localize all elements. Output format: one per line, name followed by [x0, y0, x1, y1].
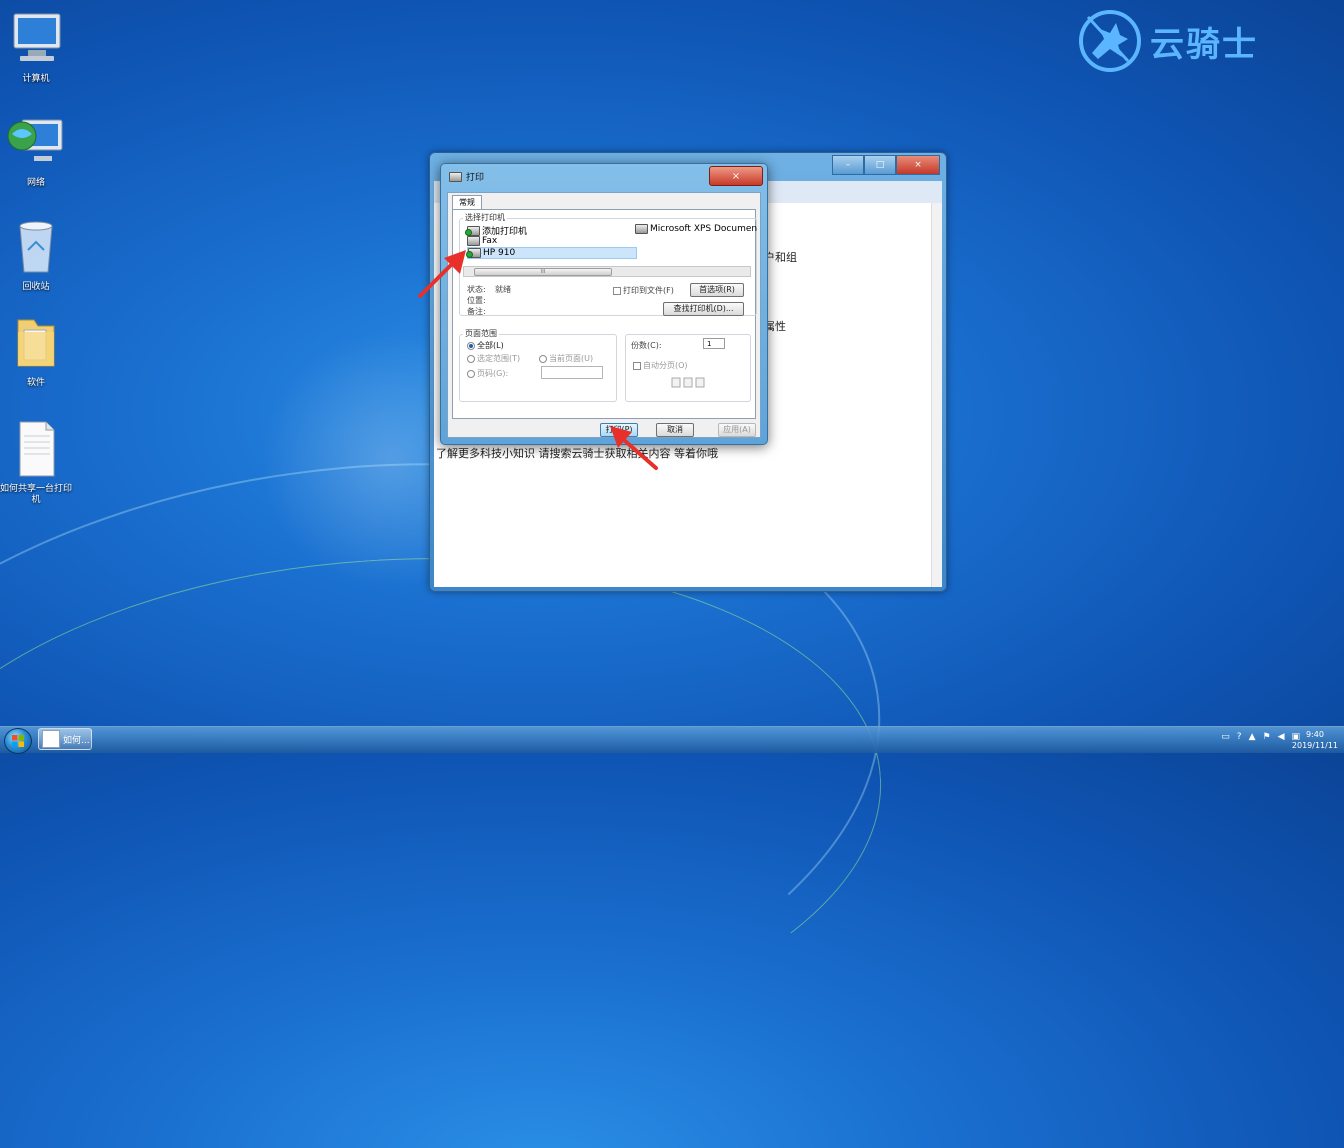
start-button[interactable] — [4, 728, 32, 754]
print-dialog[interactable]: 打印 × 常规 选择打印机 添加打印机 Microsoft XPS Docume… — [440, 163, 768, 445]
system-tray: ▭ ? ▲ ⚑ ◀ ▣ — [1221, 732, 1300, 742]
close-button[interactable]: × — [896, 155, 940, 175]
printer-item-fax[interactable]: Fax — [467, 236, 497, 246]
taskbar: 如何... ▭ ? ▲ ⚑ ◀ ▣ 9:40 2019/11/11 — [0, 726, 1344, 754]
printer-list-scrollbar[interactable]: III — [463, 266, 751, 277]
desktop-icon-label: 软件 — [26, 378, 45, 388]
page-range-label: 页面范围 — [463, 328, 499, 339]
radio-dot — [467, 341, 475, 350]
print-dialog-title: 打印 — [449, 170, 484, 183]
window-controls: – □ × — [832, 155, 940, 175]
taskbar-document-label: 如何... — [63, 735, 90, 746]
desktop-icon-recycle-bin[interactable]: 回收站 — [0, 216, 72, 293]
clock[interactable]: 9:40 2019/11/11 — [1292, 729, 1338, 751]
windows-flag-icon — [12, 735, 24, 747]
document-fragment: 户和组 — [764, 251, 797, 264]
recycle-bin-icon — [19, 221, 53, 273]
copies-value: 1 — [707, 340, 712, 348]
range-current-label: 当前页面(U) — [549, 354, 594, 363]
computer-icon — [13, 13, 61, 61]
knight-logo-icon — [1079, 10, 1141, 72]
page-numbers-input[interactable] — [541, 366, 603, 379]
radio-dot — [467, 369, 475, 378]
location-label: 位置: — [467, 296, 486, 305]
network-icon — [7, 119, 63, 161]
general-tab-panel: 选择打印机 添加打印机 Microsoft XPS Documen Fax HP… — [452, 209, 757, 419]
copies-label: 份数(C): — [631, 341, 662, 350]
logo-text: 云骑士 — [1150, 24, 1258, 65]
maximize-button[interactable]: □ — [864, 155, 896, 175]
tab-general[interactable]: 常规 — [452, 195, 482, 210]
desktop-icon-label: 计算机 — [22, 74, 50, 84]
checkbox-box — [633, 361, 641, 370]
clock-time: 9:40 — [1305, 730, 1324, 739]
wallpaper-swoosh-green — [0, 525, 899, 1097]
desktop-icon-label: 网络 — [26, 178, 45, 188]
status-label: 状态: — [467, 285, 486, 294]
printer-item-xps[interactable]: Microsoft XPS Documen — [635, 224, 757, 234]
print-to-file-label: 打印到文件(F) — [623, 286, 674, 295]
document-icon — [42, 730, 60, 748]
range-current-radio[interactable]: 当前页面(U) — [539, 353, 593, 364]
watermark-logo: 云骑士 — [1078, 6, 1258, 76]
print-dialog-close-button[interactable]: × — [709, 166, 763, 186]
range-pages-label: 页码(G): — [477, 369, 509, 378]
desktop-icon-document[interactable]: 如何共享一台打印机 — [0, 418, 72, 506]
range-pages-radio[interactable]: 页码(G): — [467, 368, 508, 379]
collate-label: 自动分页(O) — [643, 361, 688, 370]
default-printer-icon — [466, 248, 481, 258]
document-scrollbar[interactable] — [931, 203, 942, 587]
clock-date: 2019/11/11 — [1291, 741, 1338, 750]
keyboard-icon[interactable]: ▭ — [1221, 732, 1230, 742]
preferences-button[interactable]: 首选项(R) — [690, 283, 744, 297]
print-dialog-title-text: 打印 — [466, 173, 485, 183]
print-dialog-body: 常规 选择打印机 添加打印机 Microsoft XPS Documen Fax… — [447, 192, 761, 438]
printer-name: HP 910 — [483, 248, 516, 258]
find-printer-button[interactable]: 查找打印机(D)... — [663, 302, 744, 316]
desktop-icon-network[interactable]: 网络 — [0, 112, 72, 189]
minimize-button[interactable]: – — [832, 155, 864, 175]
taskbar-document-button[interactable]: 如何... — [38, 728, 92, 750]
range-all-label: 全部(L) — [477, 341, 504, 350]
collate-checkbox[interactable]: 自动分页(O) — [633, 360, 688, 371]
folder-icon — [17, 319, 55, 367]
printer-icon — [635, 224, 648, 234]
scrollbar-thumb[interactable]: III — [474, 268, 612, 276]
copies-spinner[interactable]: 1 — [703, 338, 725, 349]
document-footer-line: 了解更多科技小知识 请搜索云骑士获取相关内容 等着你哦 — [436, 447, 718, 460]
fax-icon — [467, 236, 480, 246]
range-selection-radio[interactable]: 选定范围(T) — [467, 353, 520, 364]
status-value: 就绪 — [495, 285, 511, 294]
comment-label: 备注: — [467, 307, 486, 316]
printer-icon — [449, 171, 462, 182]
cancel-button[interactable]: 取消 — [656, 423, 694, 437]
add-printer-icon — [465, 225, 480, 236]
print-button[interactable]: 打印(P) — [600, 423, 638, 437]
show-hidden-icons-icon[interactable]: ▲ — [1249, 732, 1256, 742]
printer-name: Microsoft XPS Documen — [650, 224, 758, 234]
help-icon[interactable]: ? — [1237, 732, 1242, 742]
range-all-radio[interactable]: 全部(L) — [467, 340, 504, 351]
checkbox-box — [613, 286, 621, 295]
action-center-flag-icon[interactable]: ⚑ — [1262, 732, 1270, 742]
radio-dot — [539, 354, 547, 363]
radio-dot — [467, 354, 475, 363]
document-icon — [19, 421, 55, 477]
range-selection-label: 选定范围(T) — [477, 354, 521, 363]
desktop-icon-software[interactable]: 软件 — [0, 312, 72, 389]
printer-item-hp910[interactable]: HP 910 — [466, 247, 637, 259]
collate-pages-icon — [671, 377, 705, 388]
volume-icon[interactable]: ◀ — [1278, 732, 1285, 742]
select-printer-label: 选择打印机 — [463, 212, 507, 223]
desktop-icon-computer[interactable]: 计算机 — [0, 8, 72, 85]
desktop-icon-label: 如何共享一台打印机 — [0, 484, 73, 505]
print-to-file-checkbox[interactable]: 打印到文件(F) — [613, 285, 674, 296]
apply-button[interactable]: 应用(A) — [718, 423, 756, 437]
desktop-icon-label: 回收站 — [22, 282, 50, 292]
printer-name: Fax — [482, 236, 498, 246]
